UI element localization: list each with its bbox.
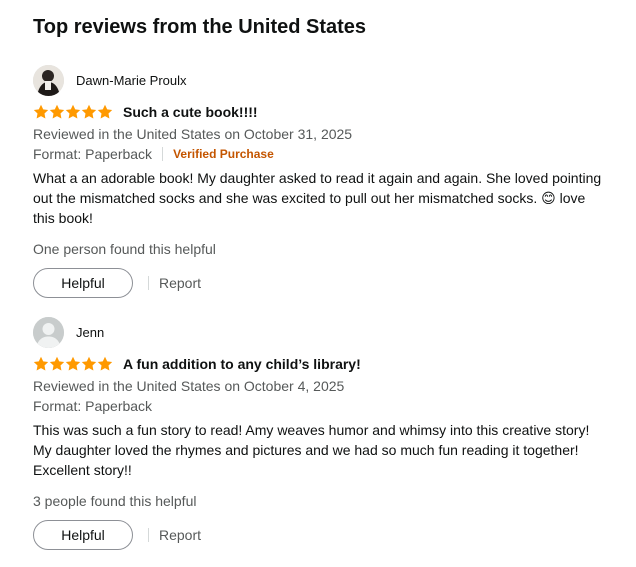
helpful-button[interactable]: Helpful	[33, 268, 133, 298]
star-icon	[65, 356, 81, 371]
star-rating[interactable]	[33, 356, 113, 372]
review-date: Reviewed in the United States on October…	[33, 126, 353, 142]
helpful-count: 3 people found this helpful	[33, 493, 197, 509]
report-link[interactable]: Report	[159, 527, 201, 543]
avatar	[33, 316, 64, 348]
report-link[interactable]: Report	[159, 275, 201, 291]
star-rating[interactable]	[33, 104, 113, 120]
default-user-icon	[33, 316, 64, 348]
star-icon	[81, 356, 97, 371]
review-card: Jenn A fun addition to any child’s libra…	[33, 316, 623, 550]
divider	[148, 528, 149, 542]
star-icon	[33, 104, 49, 119]
review-format[interactable]: Format: Paperback	[33, 144, 152, 164]
star-icon	[33, 356, 49, 371]
divider	[148, 276, 149, 290]
star-icon	[65, 104, 81, 119]
star-icon	[97, 356, 113, 371]
divider	[162, 147, 164, 161]
review-body: This was such a fun story to read! Amy w…	[33, 422, 590, 478]
star-icon	[49, 356, 65, 371]
reviewer-name: Jenn	[76, 324, 105, 340]
verified-purchase-badge: Verified Purchase	[173, 147, 274, 161]
star-icon	[97, 104, 113, 119]
review-title[interactable]: Such a cute book!!!!	[123, 104, 258, 120]
avatar	[33, 64, 64, 96]
reviewer-profile[interactable]: Dawn-Marie Proulx	[33, 64, 623, 96]
helpful-count: One person found this helpful	[33, 241, 216, 257]
profile-photo-icon	[33, 64, 64, 96]
helpful-button[interactable]: Helpful	[33, 520, 133, 550]
star-icon	[49, 104, 65, 119]
review-format[interactable]: Format: Paperback	[33, 396, 152, 416]
review-date: Reviewed in the United States on October…	[33, 378, 345, 394]
section-title: Top reviews from the United States	[33, 16, 367, 38]
review-card: Dawn-Marie Proulx Such a cute book!!!! R…	[33, 64, 623, 298]
reviewer-profile[interactable]: Jenn	[33, 316, 623, 348]
reviewer-name: Dawn-Marie Proulx	[76, 72, 187, 88]
star-icon	[81, 104, 97, 119]
review-title[interactable]: A fun addition to any child’s library!	[123, 356, 361, 372]
review-body: What a an adorable book! My daughter ask…	[33, 170, 602, 226]
